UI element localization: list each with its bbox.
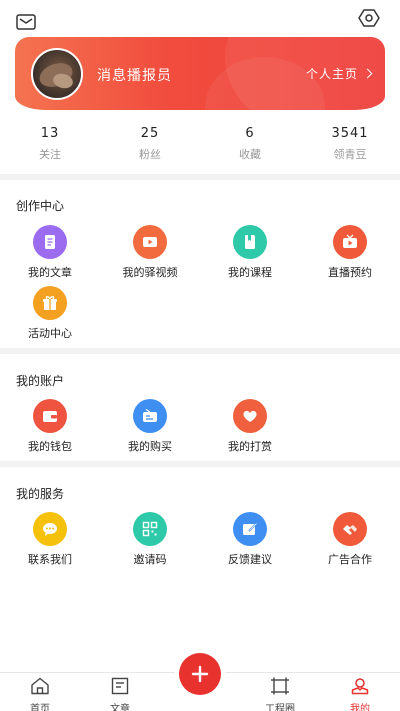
mail-icon[interactable] <box>16 14 36 30</box>
homepage-label: 个人主页 <box>305 67 358 81</box>
grid-item-purchases[interactable]: 我的购买 <box>100 399 200 454</box>
profile-icon <box>351 678 369 695</box>
chat-icon <box>33 512 67 546</box>
stat-value: 6 <box>245 126 255 141</box>
chevron-right-icon <box>362 68 373 79</box>
homepage-link[interactable]: 个人主页 <box>305 65 373 82</box>
stat-label: 关注 <box>39 148 61 161</box>
grid-item-label: 我的打赏 <box>228 440 272 453</box>
live-icon <box>333 225 367 259</box>
heart-icon <box>233 399 267 433</box>
stats-row: 13 关注 25 粉丝 6 收藏 3541 领青豆 <box>0 124 400 166</box>
tab-mine[interactable]: 我的 <box>320 677 400 711</box>
home-icon <box>31 677 49 695</box>
stat-value: 25 <box>140 126 160 141</box>
stat-label: 领青豆 <box>333 148 367 161</box>
grid-item-my-videos[interactable]: 我的驿视频 <box>100 225 200 280</box>
grid-item-label: 我的课程 <box>228 266 272 279</box>
tab-home[interactable]: 首页 <box>0 677 80 711</box>
feedback-icon <box>233 512 267 546</box>
tab-engineering-circle[interactable]: 工程圈 <box>240 677 320 711</box>
grid-item-activity-center[interactable]: 活动中心 <box>0 286 100 341</box>
tab-label: 我的 <box>350 704 370 711</box>
grid-item-wallet[interactable]: 我的钱包 <box>0 399 100 454</box>
tab-articles[interactable]: 文章 <box>80 677 160 711</box>
grid-item-label: 邀请码 <box>133 553 167 566</box>
video-icon <box>133 225 167 259</box>
grid-item-rewards[interactable]: 我的打赏 <box>200 399 300 454</box>
section-title-creation: 创作中心 <box>16 199 65 213</box>
section-title-services: 我的服务 <box>16 487 65 501</box>
grid-item-label: 活动中心 <box>28 327 72 340</box>
grid-item-feedback[interactable]: 反馈建议 <box>200 512 300 567</box>
grid-item-invite-code[interactable]: 邀请码 <box>100 512 200 567</box>
article-icon <box>33 225 67 259</box>
tab-label: 首页 <box>30 704 50 711</box>
add-button[interactable] <box>179 653 221 695</box>
avatar[interactable] <box>31 48 83 100</box>
section-divider <box>0 461 400 467</box>
username: 消息播报员 <box>97 68 172 84</box>
qrcode-icon <box>133 512 167 546</box>
grid-item-contact-us[interactable]: 联系我们 <box>0 512 100 567</box>
section-title-account: 我的账户 <box>16 374 65 388</box>
grid-item-label: 联系我们 <box>28 553 72 566</box>
section-divider <box>0 174 400 180</box>
grid-item-label: 反馈建议 <box>228 553 272 566</box>
wallet-icon <box>33 399 67 433</box>
tab-label: 工程圈 <box>265 704 295 711</box>
stat-value: 3541 <box>331 126 369 141</box>
grid-item-label: 我的购买 <box>128 440 172 453</box>
article-tab-icon <box>111 677 129 695</box>
handshake-icon <box>333 512 367 546</box>
gift-icon <box>33 286 67 320</box>
purchase-icon <box>133 399 167 433</box>
eye-icon[interactable] <box>358 8 380 28</box>
stat-favorites[interactable]: 6 收藏 <box>200 124 300 166</box>
grid-item-my-articles[interactable]: 我的文章 <box>0 225 100 280</box>
stat-label: 收藏 <box>239 148 261 161</box>
grid-item-ad-partnership[interactable]: 广告合作 <box>300 512 400 567</box>
grid-item-label: 我的驿视频 <box>122 266 178 279</box>
grid-item-label: 广告合作 <box>328 553 372 566</box>
section-divider <box>0 348 400 354</box>
stat-fans[interactable]: 25 粉丝 <box>100 124 200 166</box>
grid-item-label: 我的文章 <box>28 266 72 279</box>
grid-item-my-courses[interactable]: 我的课程 <box>200 225 300 280</box>
profile-banner[interactable]: 消息播报员 个人主页 <box>15 37 385 110</box>
tab-label: 文章 <box>110 704 130 711</box>
grid-item-label: 直播预约 <box>328 266 372 279</box>
stat-beans[interactable]: 3541 领青豆 <box>300 124 400 166</box>
stat-follow[interactable]: 13 关注 <box>0 124 100 166</box>
frame-icon <box>271 677 289 695</box>
grid-item-live-booking[interactable]: 直播预约 <box>300 225 400 280</box>
course-icon <box>233 225 267 259</box>
plus-icon <box>191 665 209 683</box>
stat-value: 13 <box>40 126 60 141</box>
grid-item-label: 我的钱包 <box>28 440 72 453</box>
stat-label: 粉丝 <box>139 148 161 161</box>
top-bar <box>0 0 400 36</box>
